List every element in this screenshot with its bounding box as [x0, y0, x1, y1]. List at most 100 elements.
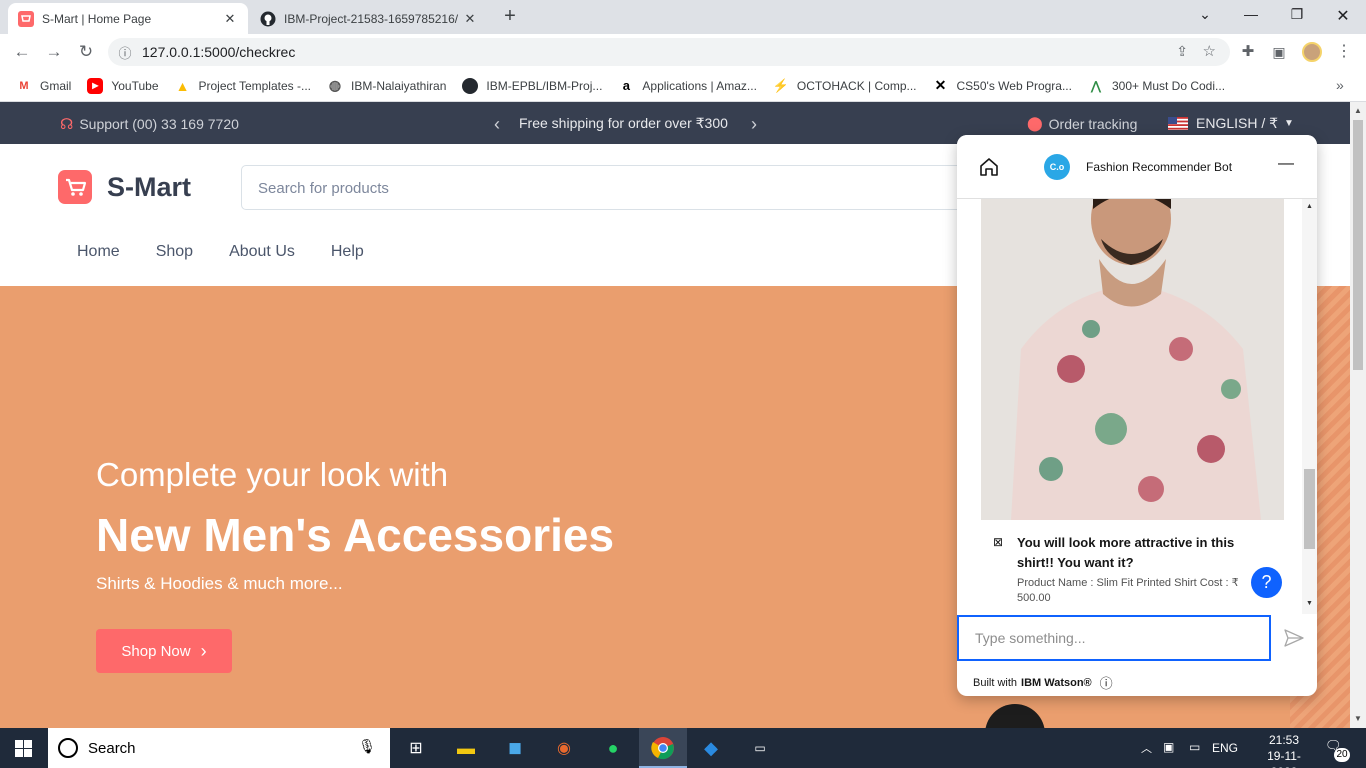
- bookmark-ibm-epbl[interactable]: IBM-EPBL/IBM-Proj...: [462, 77, 602, 94]
- page-scrollbar[interactable]: ▲ ▼: [1350, 102, 1366, 728]
- support-contact[interactable]: ☊ Support (00) 33 169 7720: [60, 115, 239, 133]
- info-circle-icon[interactable]: ⓘ: [1100, 673, 1113, 692]
- profile-avatar[interactable]: [1302, 42, 1322, 62]
- close-tab-icon[interactable]: ✕: [462, 11, 478, 27]
- search-placeholder: Search for products: [258, 180, 389, 197]
- app-circle-icon[interactable]: ◉: [552, 736, 576, 760]
- nav-about-us[interactable]: About Us: [229, 243, 295, 261]
- chat-messages: ⊠ You will look more attractive in this …: [957, 199, 1317, 614]
- battery-icon[interactable]: ▭: [1189, 740, 1200, 754]
- bookmark-youtube[interactable]: ▶ YouTube: [87, 77, 159, 94]
- model-shoulder: [985, 704, 1045, 728]
- tab-ibm-project[interactable]: IBM-Project-21583-1659785216/ ✕: [250, 3, 488, 34]
- location-pin-icon: ⬤: [1027, 115, 1043, 131]
- pyramid-icon: ⋀: [1091, 78, 1101, 93]
- tab-s-mart[interactable]: S-Mart | Home Page ✕: [8, 3, 248, 34]
- chat-scroll-up-icon[interactable]: ▲: [1306, 203, 1313, 210]
- bookmark-octohack[interactable]: ⚡ OCTOHACK | Comp...: [773, 78, 917, 94]
- shipping-promo: Free shipping for order over ₹300: [519, 115, 728, 131]
- tab-title: IBM-Project-21583-1659785216/: [284, 11, 459, 26]
- address-bar[interactable]: ⓘ 127.0.0.1:5000/checkrec ⇪ ☆: [108, 38, 1230, 66]
- bot-avatar: C.o: [1044, 154, 1070, 180]
- windows-start-icon[interactable]: [15, 740, 32, 757]
- chat-message-input[interactable]: Type something...: [957, 615, 1271, 661]
- bolt-icon: ⚡: [772, 77, 790, 93]
- microphone-icon[interactable]: 🎙: [358, 738, 376, 755]
- side-panel-icon[interactable]: ▣: [1268, 42, 1290, 62]
- system-clock[interactable]: 21:53 19-11-2022: [1254, 732, 1314, 768]
- home-icon[interactable]: [978, 156, 1000, 178]
- share-icon[interactable]: ⇪: [1176, 43, 1188, 60]
- headset-icon: ☊: [60, 116, 74, 133]
- minimize-chat-icon[interactable]: —: [1278, 155, 1294, 173]
- windows-taskbar: Search 🎙 ⊞ ▬ ◼ ◉ ● ◆ ▭ ︿ ▣ ▭ ENG 21:53 1…: [0, 728, 1366, 768]
- bookmark-must-do-coding[interactable]: ⋀ 300+ Must Do Codi...: [1088, 78, 1225, 94]
- bookmarks-bar: M Gmail ▶ YouTube ▲ Project Templates -... …: [0, 70, 1366, 102]
- chrome-icon: [651, 737, 674, 760]
- close-tab-icon[interactable]: ✕: [222, 11, 238, 27]
- chat-scroll-down-icon[interactable]: ▼: [1306, 600, 1313, 607]
- info-icon[interactable]: ⓘ: [108, 43, 142, 62]
- reload-icon[interactable]: ↻: [75, 42, 97, 62]
- shop-now-button[interactable]: Shop Now ›: [96, 629, 232, 673]
- github-icon: [260, 11, 276, 26]
- tray-chevron-icon[interactable]: ︿: [1141, 740, 1152, 756]
- input-language[interactable]: ENG: [1212, 741, 1238, 755]
- scrollbar-thumb[interactable]: [1353, 120, 1363, 370]
- whatsapp-icon[interactable]: ●: [601, 736, 625, 760]
- product-details-line2: 500.00: [1017, 592, 1051, 604]
- s-mart-favicon-icon: [18, 10, 34, 27]
- nav-shop[interactable]: Shop: [156, 243, 193, 261]
- bookmark-amazon[interactable]: a Applications | Amaz...: [618, 78, 757, 94]
- file-explorer-icon[interactable]: ▬: [454, 736, 478, 760]
- forward-arrow-icon[interactable]: →: [43, 42, 65, 62]
- browser-tab-strip: S-Mart | Home Page ✕ IBM-Project-21583-1…: [0, 0, 1366, 34]
- bookmark-project-templates[interactable]: ▲ Project Templates -...: [175, 78, 311, 94]
- product-image: [981, 199, 1284, 520]
- scroll-down-arrow-icon[interactable]: ▼: [1354, 714, 1362, 723]
- tab-title: S-Mart | Home Page: [42, 11, 152, 26]
- hero-title: New Men's Accessories: [96, 509, 615, 561]
- brand-logo[interactable]: S-Mart: [58, 170, 191, 204]
- tab-search-chevron-icon[interactable]: ⌄: [1193, 6, 1217, 26]
- chat-scrollbar-thumb[interactable]: [1304, 469, 1315, 549]
- notification-count-badge: 20: [1334, 748, 1350, 762]
- nav-home[interactable]: Home: [77, 243, 120, 261]
- url-text: 127.0.0.1:5000/checkrec: [142, 44, 296, 60]
- cart-logo-icon: [58, 170, 92, 204]
- clock-time: 21:53: [1268, 733, 1300, 747]
- help-button[interactable]: ?: [1251, 567, 1282, 598]
- x-icon: ✕: [934, 77, 947, 93]
- taskbar-search-box[interactable]: Search 🎙: [48, 728, 390, 768]
- task-view-icon[interactable]: ⊞: [404, 736, 428, 760]
- chrome-taskbar-button[interactable]: [639, 728, 687, 768]
- hero-subtitle: Complete your look with: [96, 456, 449, 493]
- next-promo-chevron-icon[interactable]: ›: [751, 114, 757, 135]
- product-search-input[interactable]: Search for products: [241, 165, 1001, 210]
- scroll-up-arrow-icon[interactable]: ▲: [1354, 106, 1362, 115]
- language-selector[interactable]: ENGLISH / ₹ ▼: [1168, 115, 1294, 132]
- new-tab-button[interactable]: +: [500, 6, 520, 26]
- chat-scrollbar[interactable]: ▲ ▼: [1302, 199, 1317, 614]
- back-arrow-icon[interactable]: ←: [11, 42, 33, 62]
- restore-icon[interactable]: ❐: [1285, 6, 1309, 26]
- order-tracking-link[interactable]: ⬤ Order tracking: [1027, 115, 1137, 132]
- bookmark-gmail[interactable]: M Gmail: [16, 78, 71, 94]
- more-bookmarks-icon[interactable]: »: [1336, 77, 1344, 93]
- clock-date: 19-11-2022: [1267, 749, 1301, 768]
- minimize-icon[interactable]: —: [1239, 6, 1263, 26]
- terminal-icon[interactable]: ▭: [748, 736, 772, 760]
- close-window-icon[interactable]: ✕: [1331, 6, 1355, 26]
- bookmark-cs50[interactable]: ✕ CS50's Web Progra...: [933, 77, 1072, 94]
- bookmark-ibm-nalaiyathiran[interactable]: ◍ IBM-Nalaiyathiran: [327, 77, 446, 94]
- prev-promo-chevron-icon[interactable]: ‹: [494, 114, 500, 135]
- us-flag-icon: [1168, 117, 1188, 130]
- nav-help[interactable]: Help: [331, 243, 364, 261]
- extensions-puzzle-icon[interactable]: ✚: [1237, 42, 1259, 62]
- device-icon[interactable]: ▣: [1163, 740, 1174, 754]
- send-icon[interactable]: [1284, 629, 1304, 647]
- bookmark-star-icon[interactable]: ☆: [1203, 42, 1216, 60]
- chrome-menu-icon[interactable]: ⋮: [1333, 42, 1355, 62]
- vscode-icon[interactable]: ◆: [699, 736, 723, 760]
- store-icon[interactable]: ◼: [503, 736, 527, 760]
